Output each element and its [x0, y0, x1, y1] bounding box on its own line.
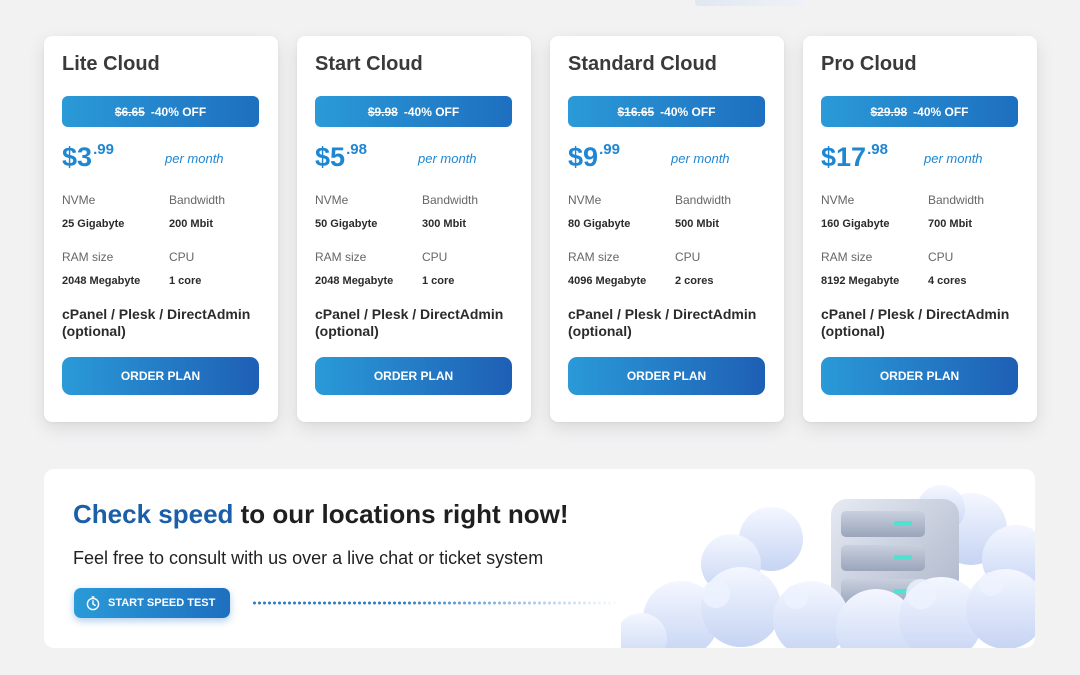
price: $ 9 .99 [568, 140, 620, 174]
nvme-value: 160 Gigabyte [821, 218, 890, 230]
discount-badge: $29.98 -40% OFF [821, 96, 1018, 127]
cpu-label: CPU [675, 250, 701, 264]
price-period: per month [671, 151, 730, 166]
price-period: per month [418, 151, 477, 166]
nvme-label: NVMe [568, 193, 602, 207]
nvme-value: 50 Gigabyte [315, 218, 378, 230]
discount-label: -40% OFF [913, 104, 969, 119]
ram-label: RAM size [821, 250, 873, 264]
ram-value: 4096 Megabyte [568, 275, 647, 287]
discount-label: -40% OFF [660, 104, 716, 119]
bandwidth-value: 500 Mbit [675, 218, 720, 230]
discount-badge: $16.65 -40% OFF [568, 96, 765, 127]
control-panels: cPanel / Plesk / DirectAdmin (optional) [568, 306, 757, 339]
plan-name: Start Cloud [315, 53, 423, 75]
pricing-cards: Lite Cloud $6.65 -40% OFF $ 3 .99 per mo… [44, 36, 1037, 422]
order-plan-button[interactable]: ORDER PLAN [315, 357, 512, 395]
nvme-label: NVMe [62, 193, 96, 207]
bandwidth-label: Bandwidth [422, 193, 479, 207]
price-cents: .98 [867, 141, 888, 158]
order-plan-button[interactable]: ORDER PLAN [62, 357, 259, 395]
nvme-label: NVMe [315, 193, 349, 207]
old-price: $29.98 [870, 104, 908, 119]
price-currency: $ [568, 142, 584, 172]
plan-name: Lite Cloud [62, 53, 160, 75]
plan-card-lite: Lite Cloud $6.65 -40% OFF $ 3 .99 per mo… [44, 36, 278, 422]
banner-title-accent: Check speed [73, 499, 234, 529]
price: $ 5 .98 [315, 140, 367, 174]
nvme-label: NVMe [821, 193, 855, 207]
plan-card-pro: Pro Cloud $29.98 -40% OFF $ 17 .98 per m… [803, 36, 1037, 422]
plan-name: Standard Cloud [568, 53, 717, 75]
discount-badge: $6.65 -40% OFF [62, 96, 259, 127]
price: $ 3 .99 [62, 140, 114, 174]
cpu-value: 2 cores [675, 275, 714, 287]
top-decoration [695, 0, 805, 6]
order-plan-button[interactable]: ORDER PLAN [821, 357, 1018, 395]
bandwidth-label: Bandwidth [675, 193, 732, 207]
control-panels: cPanel / Plesk / DirectAdmin (optional) [315, 306, 504, 339]
server-cloud-illustration [621, 485, 1035, 648]
ram-label: RAM size [568, 250, 620, 264]
ram-value: 8192 Megabyte [821, 275, 900, 287]
price-currency: $ [315, 142, 331, 172]
bandwidth-label: Bandwidth [928, 193, 985, 207]
price: $ 17 .98 [821, 140, 888, 174]
price-period: per month [165, 151, 224, 166]
banner-title: Check speed to our locations right now! [73, 499, 569, 530]
discount-label: -40% OFF [150, 104, 207, 119]
old-price: $16.65 [617, 104, 655, 119]
nvme-value: 80 Gigabyte [568, 218, 631, 230]
speed-test-banner: Check speed to our locations right now! … [44, 469, 1035, 648]
price-currency: $ [62, 142, 78, 172]
banner-subtitle: Feel free to consult with us over a live… [73, 548, 544, 568]
order-plan-button[interactable]: ORDER PLAN [568, 357, 765, 395]
discount-badge: $9.98 -40% OFF [315, 96, 512, 127]
dotted-connector [252, 601, 622, 605]
control-panels: cPanel / Plesk / DirectAdmin (optional) [821, 306, 1010, 339]
discount-label: -40% OFF [403, 104, 460, 119]
bandwidth-value: 700 Mbit [928, 218, 973, 230]
price-cents: .98 [346, 141, 367, 158]
plan-card-standard: Standard Cloud $16.65 -40% OFF $ 9 .99 p… [550, 36, 784, 422]
price-currency: $ [821, 142, 837, 172]
price-integer: 3 [77, 142, 93, 172]
nvme-value: 25 Gigabyte [62, 218, 125, 230]
start-speed-test-button[interactable]: START SPEED TEST [74, 588, 230, 618]
bandwidth-value: 300 Mbit [422, 218, 467, 230]
banner-title-rest: to our locations right now! [233, 499, 569, 529]
bandwidth-value: 200 Mbit [169, 218, 214, 230]
cpu-label: CPU [422, 250, 448, 264]
ram-value: 2048 Megabyte [315, 275, 394, 287]
plan-card-start: Start Cloud $9.98 -40% OFF $ 5 .98 per m… [297, 36, 531, 422]
cpu-value: 1 core [169, 275, 202, 287]
price-integer: 5 [330, 142, 346, 172]
ram-value: 2048 Megabyte [62, 275, 141, 287]
cpu-value: 4 cores [928, 275, 967, 287]
cpu-label: CPU [928, 250, 954, 264]
old-price: $6.65 [114, 104, 145, 119]
bandwidth-label: Bandwidth [169, 193, 226, 207]
old-price: $9.98 [367, 104, 398, 119]
cpu-value: 1 core [422, 275, 455, 287]
price-integer: 17 [836, 142, 867, 172]
price-period: per month [924, 151, 983, 166]
price-integer: 9 [583, 142, 599, 172]
plan-name: Pro Cloud [821, 53, 917, 75]
control-panels: cPanel / Plesk / DirectAdmin (optional) [62, 306, 251, 339]
ram-label: RAM size [62, 250, 114, 264]
ram-label: RAM size [315, 250, 367, 264]
price-cents: .99 [93, 141, 114, 158]
stopwatch-icon [86, 596, 100, 611]
start-speed-test-label: START SPEED TEST [108, 597, 216, 609]
cpu-label: CPU [169, 250, 195, 264]
price-cents: .99 [599, 141, 620, 158]
